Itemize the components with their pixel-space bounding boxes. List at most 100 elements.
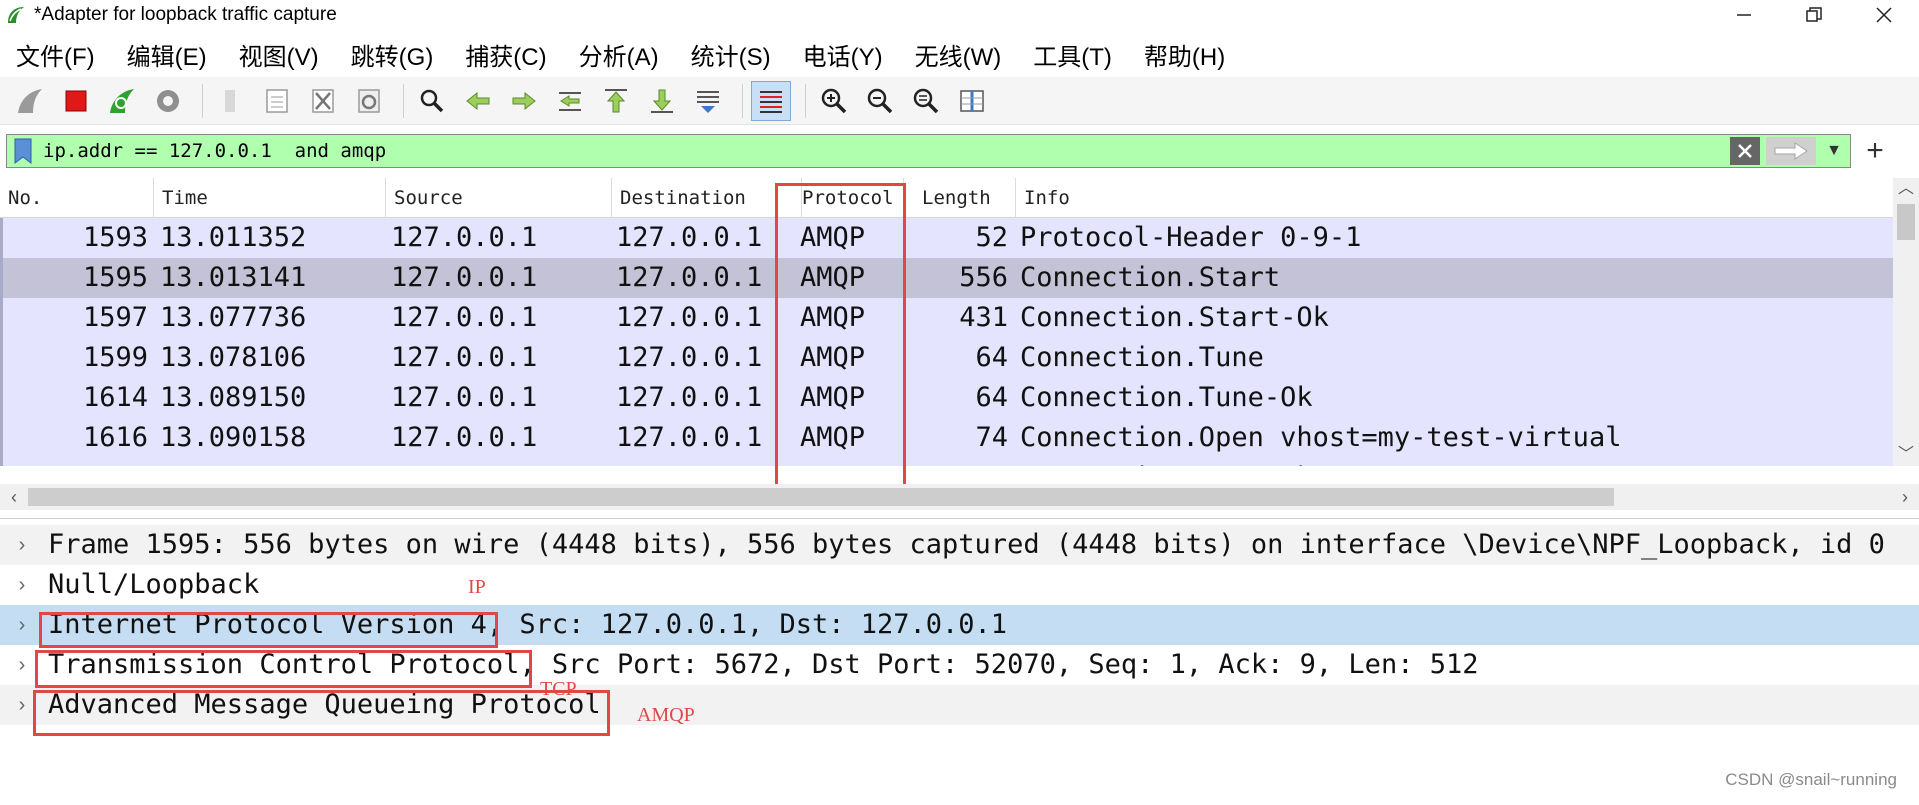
cell-no: 1616 <box>82 422 148 453</box>
cell-destination: 127.0.0.1 <box>616 382 763 413</box>
apply-filter-icon[interactable] <box>1766 137 1816 165</box>
hscroll-thumb[interactable] <box>28 488 1614 506</box>
cell-no: 1597 <box>82 302 148 333</box>
normal-size-icon[interactable] <box>906 81 946 121</box>
chevron-right-icon[interactable]: › <box>1891 484 1919 510</box>
capture-options-icon[interactable] <box>148 81 188 121</box>
toolbar-separator <box>202 83 203 118</box>
packet-row[interactable]: 1597 13.077736 127.0.0.1 127.0.0.1 AMQP … <box>0 298 1893 338</box>
menu-wireless[interactable]: 无线(W) <box>899 37 1018 72</box>
packet-list-hscrollbar[interactable]: ‹ › <box>0 484 1919 510</box>
detail-item-frame[interactable]: › Frame 1595: 556 bytes on wire (4448 bi… <box>0 525 1919 565</box>
menu-telephony[interactable]: 电话(Y) <box>787 37 899 72</box>
menu-bar: 文件(F) 编辑(E) 视图(V) 跳转(G) 捕获(C) 分析(A) 统计(S… <box>0 34 1919 74</box>
col-header-info[interactable]: Info <box>1016 178 1893 218</box>
display-filter-input[interactable]: ip.addr == 127.0.0.1 and amqp <box>43 140 1730 162</box>
packet-list-vscrollbar[interactable]: ︿ ﹀ <box>1893 178 1919 466</box>
cell-no: 1595 <box>82 262 148 293</box>
clear-filter-icon[interactable] <box>1730 137 1760 165</box>
chevron-right-icon[interactable]: › <box>14 565 30 605</box>
close-file-icon[interactable] <box>303 81 343 121</box>
stop-capture-icon[interactable] <box>56 81 96 121</box>
col-header-no[interactable]: No. <box>0 178 154 218</box>
cell-source: 127.0.0.1 <box>391 422 538 453</box>
menu-tools[interactable]: 工具(T) <box>1017 37 1128 72</box>
col-header-destination[interactable]: Destination <box>612 178 802 218</box>
packet-row[interactable]: 1614 13.089150 127.0.0.1 127.0.0.1 AMQP … <box>0 378 1893 418</box>
chevron-right-icon[interactable]: › <box>14 525 30 565</box>
cell-length: 431 <box>959 302 1008 333</box>
watermark: CSDN @snail~running <box>1725 770 1897 789</box>
last-packet-icon[interactable] <box>642 81 682 121</box>
packet-row[interactable]: 1616 13.090158 127.0.0.1 127.0.0.1 AMQP … <box>0 418 1893 458</box>
packet-list: No. Time Source Destination Protocol Len… <box>0 178 1919 482</box>
detail-item-loopback[interactable]: › Null/Loopback <box>0 565 1919 605</box>
cell-info: Connection.Tune <box>1020 342 1264 373</box>
cell-length: 556 <box>959 262 1008 293</box>
chevron-right-icon[interactable]: › <box>14 685 30 725</box>
detail-text: Null/Loopback <box>48 569 260 600</box>
colorize-icon[interactable] <box>751 80 791 121</box>
cell-time: 13.077736 <box>160 302 307 333</box>
cell-destination: 127.0.0.1 <box>616 458 762 466</box>
menu-analyze[interactable]: 分析(A) <box>563 37 675 72</box>
cell-time: 13.013141 <box>160 262 307 293</box>
shark-fin-start-icon[interactable] <box>10 81 50 121</box>
minimize-icon[interactable] <box>1709 0 1779 30</box>
reload-icon[interactable] <box>349 81 389 121</box>
auto-scroll-icon[interactable] <box>688 81 728 121</box>
col-header-length[interactable]: Length <box>914 178 1016 218</box>
go-to-packet-icon[interactable] <box>550 81 590 121</box>
menu-capture[interactable]: 捕获(C) <box>449 37 562 72</box>
cell-no: 1618 <box>0 458 148 466</box>
chevron-up-icon[interactable]: ︿ <box>1893 178 1919 200</box>
cell-time: 13.090777 <box>160 458 306 466</box>
add-filter-button-icon[interactable]: + <box>1860 136 1890 166</box>
cell-length: 57 <box>914 458 1008 466</box>
cell-time: 13.090158 <box>160 422 307 453</box>
packet-row[interactable]: 1599 13.078106 127.0.0.1 127.0.0.1 AMQP … <box>0 338 1893 378</box>
chevron-left-icon[interactable]: ‹ <box>0 484 28 510</box>
col-header-source[interactable]: Source <box>386 178 612 218</box>
menu-view[interactable]: 视图(V) <box>223 37 335 72</box>
find-packet-icon[interactable] <box>412 81 452 121</box>
first-packet-icon[interactable] <box>596 81 636 121</box>
cell-length: 74 <box>975 422 1008 453</box>
menu-edit[interactable]: 编辑(E) <box>111 37 223 72</box>
chevron-down-icon[interactable]: ▼ <box>1824 142 1844 160</box>
menu-help[interactable]: 帮助(H) <box>1128 37 1241 72</box>
packet-row[interactable]: 1593 13.011352 127.0.0.1 127.0.0.1 AMQP … <box>0 218 1893 258</box>
go-back-icon[interactable] <box>458 81 498 121</box>
zoom-in-icon[interactable] <box>814 81 854 121</box>
chevron-right-icon[interactable]: › <box>14 645 30 685</box>
cell-source: 127.0.0.1 <box>391 382 538 413</box>
window-title: *Adapter for loopback traffic capture <box>34 4 337 25</box>
restart-capture-icon[interactable] <box>102 81 142 121</box>
zoom-out-icon[interactable] <box>860 81 900 121</box>
cell-destination: 127.0.0.1 <box>616 342 763 373</box>
title-bar: *Adapter for loopback traffic capture <box>0 0 1919 30</box>
bookmark-icon[interactable] <box>13 137 33 165</box>
cell-source: 127.0.0.1 <box>391 262 538 293</box>
packet-row-selected[interactable]: 1595 13.013141 127.0.0.1 127.0.0.1 AMQP … <box>0 258 1893 298</box>
display-filter-bar: ip.addr == 127.0.0.1 and amqp ▼ <box>6 134 1851 168</box>
vscroll-thumb[interactable] <box>1897 204 1915 240</box>
close-icon[interactable] <box>1849 0 1919 30</box>
cell-info: Connection.Start <box>1020 262 1281 293</box>
go-forward-icon[interactable] <box>504 81 544 121</box>
menu-file[interactable]: 文件(F) <box>0 37 111 72</box>
save-file-icon[interactable] <box>257 81 297 121</box>
col-header-time[interactable]: Time <box>154 178 386 218</box>
chevron-right-icon[interactable]: › <box>14 605 30 645</box>
menu-statistics[interactable]: 统计(S) <box>675 37 787 72</box>
chevron-down-icon[interactable]: ﹀ <box>1893 444 1919 466</box>
packet-list-header: No. Time Source Destination Protocol Len… <box>0 178 1893 218</box>
cell-no: 1599 <box>82 342 148 373</box>
open-file-icon[interactable] <box>211 81 251 121</box>
restore-icon[interactable] <box>1779 0 1849 30</box>
annotation-tcp: TCP <box>540 678 577 700</box>
menu-go[interactable]: 跳转(G) <box>335 37 450 72</box>
packet-row[interactable]: 1618 13.090777 127.0.0.1 127.0.0.1 AMQP … <box>0 458 1893 466</box>
ip-highlight-box <box>39 612 498 648</box>
resize-columns-icon[interactable] <box>952 81 992 121</box>
